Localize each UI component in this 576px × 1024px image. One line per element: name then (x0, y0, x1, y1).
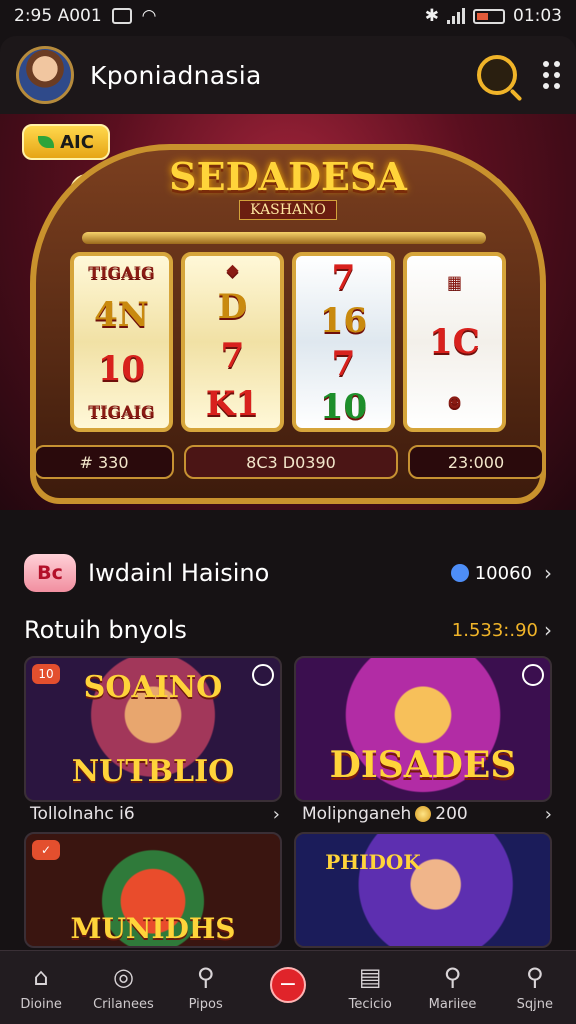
tab-home[interactable]: ⌂ Dioine (0, 951, 82, 1024)
card-caption[interactable]: Molipnganeh 200 › (302, 800, 552, 828)
hero-banner[interactable]: AIC SEDADESA KASHANO TIGAIG 4N 10 TIGAIG… (0, 114, 576, 510)
more-menu-icon[interactable] (543, 61, 560, 89)
chevron-right-icon: › (272, 803, 280, 825)
reel-symbol: 7 (220, 335, 245, 376)
reel-symbol: TIGAIG (88, 262, 155, 282)
tab-notifications[interactable]: ⚲ Mariiee (411, 951, 493, 1024)
reel-symbol: 1C (429, 321, 480, 362)
slot-subtitle: KASHANO (239, 200, 337, 220)
signal-icon (447, 8, 465, 24)
user-icon (450, 564, 469, 582)
battery-icon (473, 8, 505, 24)
card-title: MUNIDHS (70, 912, 236, 945)
user-count: 10060 (474, 562, 532, 584)
wifi-icon: ◠ (141, 6, 157, 26)
tab-list[interactable]: ▤ Tecicio (329, 951, 411, 1024)
tab-compass[interactable]: ◎ Crilanees (82, 951, 164, 1024)
slot-title: SEDADESA (169, 154, 407, 199)
reel-3: 7 16 7 10 (292, 252, 395, 432)
card-badge: ✓ (32, 840, 60, 860)
minus-icon: − (269, 966, 306, 1003)
status-bar: 2:95 A001 ◠ ✱ 01:03 (0, 0, 576, 32)
section-amount[interactable]: 1.533:.90 › (452, 618, 552, 642)
gem-icon: ◆ (226, 260, 239, 280)
status-time: 2:95 A001 (14, 6, 102, 26)
section-meta[interactable]: 10060 › (450, 561, 552, 585)
bet-center[interactable]: 8C3 D0390 (184, 445, 398, 479)
reel-symbol: 10 (97, 348, 146, 389)
home-icon: ⌂ (33, 963, 49, 991)
section-badge: Bc (24, 554, 76, 592)
card-title: PHIDOK (325, 850, 421, 874)
monkey-icon: ☻ (447, 393, 462, 413)
treasure-icon: ▦ (446, 271, 463, 291)
app-title: Kponiadnasia (90, 60, 262, 90)
coin-icon (415, 806, 432, 822)
game-card[interactable]: DISADES (294, 656, 552, 802)
game-card[interactable]: PHIDOK (294, 832, 552, 948)
section-title: Rotuih bnyols (24, 616, 187, 644)
chevron-right-icon: › (544, 803, 552, 825)
tab-search[interactable]: ⚲ Pipos (165, 951, 247, 1024)
search-coin-icon[interactable] (477, 55, 517, 95)
reel-2: ◆ D 7 K1 (181, 252, 284, 432)
reel-4: ▦ 1C ☻ (403, 252, 506, 432)
card-caption[interactable]: Tollolnahc i6 › (30, 800, 280, 828)
bluetooth-icon: ✱ (424, 6, 439, 26)
slot-marquee: SEDADESA KASHANO (150, 154, 426, 224)
bet-left[interactable]: # 330 (34, 445, 174, 479)
bottom-nav: ⌂ Dioine ◎ Crilanees ⚲ Pipos − ▤ Tecicio… (0, 950, 576, 1024)
game-card[interactable]: 10 SOAINO NUTBLIO (24, 656, 282, 802)
section-header-1[interactable]: Bc Iwdainl Haisino 10060 › (0, 548, 576, 598)
card-title: DISADES (329, 744, 517, 786)
star-icon (522, 664, 544, 686)
reel-rail (82, 232, 486, 244)
reel-symbol: 4N (94, 295, 149, 336)
reel-symbol: 7 (331, 257, 356, 298)
tab-center[interactable]: − (247, 951, 329, 1024)
bet-bar: # 330 8C3 D0390 23:000 (34, 444, 544, 480)
gallery-icon (111, 8, 132, 24)
reel-symbol: K1 (205, 383, 260, 424)
reel-symbol: 7 (331, 343, 356, 384)
status-right-text: 01:03 (513, 6, 562, 26)
section-title: Iwdainl Haisino (88, 559, 270, 587)
list-icon: ▤ (358, 963, 382, 991)
chevron-right-icon: › (544, 561, 552, 585)
search-icon: ⚲ (196, 963, 215, 991)
bet-right[interactable]: 23:000 (408, 445, 544, 479)
reel-symbol: 16 (319, 300, 368, 341)
card-top-title: SOAINO (83, 670, 223, 705)
compass-icon: ◎ (112, 963, 134, 991)
hero-badge[interactable]: AIC (22, 124, 110, 160)
section-header-2[interactable]: Rotuih bnyols 1.533:.90 › (0, 610, 576, 650)
search-alt-icon: ⚲ (526, 963, 544, 991)
app-header: Kponiadnasia (0, 36, 576, 114)
leaf-icon (38, 136, 55, 148)
card-title: NUTBLIO (71, 754, 235, 789)
game-card[interactable]: ✓ MUNIDHS (24, 832, 282, 948)
reel-symbol: 10 (319, 386, 368, 427)
tab-profile[interactable]: ⚲ Sqjne (494, 951, 576, 1024)
search-badge-icon: ⚲ (443, 963, 462, 991)
reel-symbol: TIGAIG (88, 402, 155, 422)
chevron-right-icon: › (544, 618, 552, 642)
avatar[interactable] (16, 46, 74, 104)
slot-reels: TIGAIG 4N 10 TIGAIG ◆ D 7 K1 7 16 7 10 ▦… (70, 252, 506, 432)
reel-symbol: D (217, 287, 248, 328)
reel-1: TIGAIG 4N 10 TIGAIG (70, 252, 173, 432)
